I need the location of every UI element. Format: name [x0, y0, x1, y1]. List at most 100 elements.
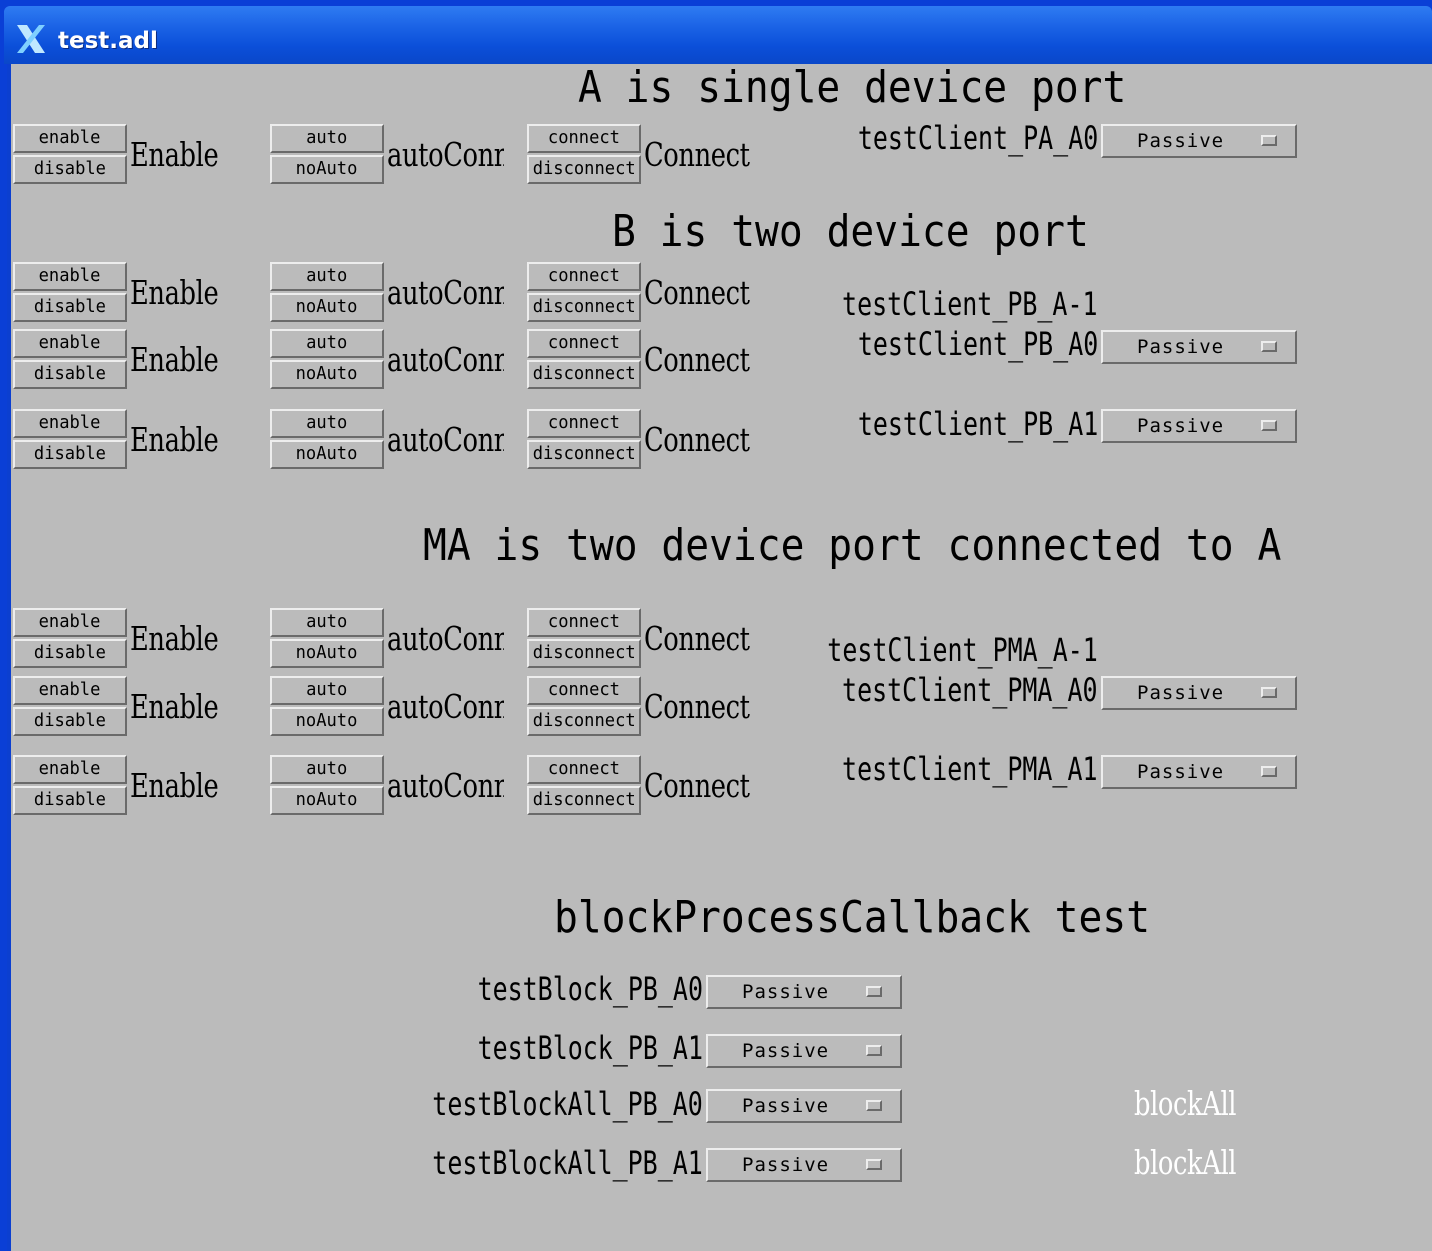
connect-button[interactable]: connect: [527, 608, 641, 637]
connect-status-label: Connect: [644, 766, 750, 805]
menu-value: Passive: [742, 1040, 830, 1062]
auto-button-label: auto: [306, 679, 348, 700]
disconnect-button-label: disconnect: [532, 296, 636, 317]
menu-value: Passive: [1137, 415, 1225, 437]
mode-menu-pa-a0[interactable]: Passive: [1101, 124, 1297, 158]
disable-button[interactable]: disable: [13, 360, 127, 389]
disconnect-button[interactable]: disconnect: [527, 639, 641, 668]
auto-button-label: auto: [306, 265, 348, 286]
disable-button-label: disable: [33, 296, 107, 317]
disable-button[interactable]: disable: [13, 440, 127, 469]
disable-button[interactable]: disable: [13, 155, 127, 184]
enable-button[interactable]: enable: [13, 124, 127, 153]
disable-button[interactable]: disable: [13, 639, 127, 668]
enable-button-label: enable: [39, 332, 101, 353]
disconnect-button-label: disconnect: [532, 443, 636, 464]
record-label-pma-am1: testClient_PMA_A-1: [827, 631, 1098, 669]
disable-button[interactable]: disable: [13, 293, 127, 322]
auto-button[interactable]: auto: [270, 755, 384, 784]
enable-button-label: enable: [39, 611, 101, 632]
menu-indicator-icon: [866, 1100, 882, 1111]
record-label-block-pb-a1: testBlock_PB_A1: [477, 1029, 703, 1067]
mode-menu-pb-a1[interactable]: Passive: [1101, 409, 1297, 443]
connect-button[interactable]: connect: [527, 755, 641, 784]
noauto-button[interactable]: noAuto: [270, 360, 384, 389]
connect-button-label: connect: [547, 679, 621, 700]
menu-value: Passive: [1137, 682, 1225, 704]
disable-button-label: disable: [33, 789, 107, 810]
disable-button-label: disable: [33, 158, 107, 179]
noauto-button[interactable]: noAuto: [270, 639, 384, 668]
disconnect-button-label: disconnect: [532, 642, 636, 663]
disable-button[interactable]: disable: [13, 786, 127, 815]
record-label-pb-a0: testClient_PB_A0: [857, 325, 1098, 363]
autoconn-status-label: autoConn: [387, 423, 504, 456]
connect-button[interactable]: connect: [527, 124, 641, 153]
record-label-blockall-pb-a0: testBlockAll_PB_A0: [432, 1085, 703, 1123]
noauto-button-label: noAuto: [296, 789, 358, 810]
menu-indicator-icon: [1261, 687, 1277, 698]
auto-button[interactable]: auto: [270, 409, 384, 438]
section-heading-ma: MA is two device port connected to A: [423, 520, 1282, 571]
menu-value: Passive: [1137, 761, 1225, 783]
noauto-button-label: noAuto: [296, 296, 358, 317]
disconnect-button-label: disconnect: [532, 789, 636, 810]
enable-button[interactable]: enable: [13, 329, 127, 358]
noauto-button[interactable]: noAuto: [270, 786, 384, 815]
enable-button[interactable]: enable: [13, 409, 127, 438]
connect-status-label: Connect: [644, 135, 750, 174]
autoconn-status-label: autoConn: [387, 138, 504, 171]
mode-menu-pma-a1[interactable]: Passive: [1101, 755, 1297, 789]
disconnect-button[interactable]: disconnect: [527, 155, 641, 184]
menu-indicator-icon: [1261, 341, 1277, 352]
mode-menu-block-pb-a1[interactable]: Passive: [706, 1034, 902, 1068]
noauto-button-label: noAuto: [296, 443, 358, 464]
disconnect-button-label: disconnect: [532, 710, 636, 731]
auto-button[interactable]: auto: [270, 676, 384, 705]
mode-menu-pma-a0[interactable]: Passive: [1101, 676, 1297, 710]
auto-button[interactable]: auto: [270, 124, 384, 153]
enable-button[interactable]: enable: [13, 755, 127, 784]
connect-button[interactable]: connect: [527, 262, 641, 291]
auto-button-label: auto: [306, 412, 348, 433]
auto-button[interactable]: auto: [270, 262, 384, 291]
disconnect-button[interactable]: disconnect: [527, 440, 641, 469]
connect-status-label: Connect: [644, 420, 750, 459]
menu-indicator-icon: [866, 1045, 882, 1056]
auto-button[interactable]: auto: [270, 329, 384, 358]
enable-status-label: Enable: [130, 420, 219, 459]
mode-menu-blockall-pb-a1[interactable]: Passive: [706, 1148, 902, 1182]
connect-button[interactable]: connect: [527, 676, 641, 705]
noauto-button[interactable]: noAuto: [270, 707, 384, 736]
enable-status-label: Enable: [130, 340, 219, 379]
connect-button[interactable]: connect: [527, 329, 641, 358]
connect-status-label: Connect: [644, 619, 750, 658]
noauto-button[interactable]: noAuto: [270, 440, 384, 469]
noauto-button[interactable]: noAuto: [270, 155, 384, 184]
disconnect-button-label: disconnect: [532, 363, 636, 384]
enable-button[interactable]: enable: [13, 262, 127, 291]
disconnect-button[interactable]: disconnect: [527, 360, 641, 389]
enable-button[interactable]: enable: [13, 608, 127, 637]
disable-button[interactable]: disable: [13, 707, 127, 736]
disconnect-button[interactable]: disconnect: [527, 293, 641, 322]
noauto-button-label: noAuto: [296, 710, 358, 731]
section-heading-block: blockProcessCallback test: [554, 892, 1151, 943]
mode-menu-block-pb-a0[interactable]: Passive: [706, 975, 902, 1009]
connect-status-label: Connect: [644, 340, 750, 379]
noauto-button[interactable]: noAuto: [270, 293, 384, 322]
disconnect-button[interactable]: disconnect: [527, 707, 641, 736]
mode-menu-blockall-pb-a0[interactable]: Passive: [706, 1089, 902, 1123]
enable-button-label: enable: [39, 758, 101, 779]
disconnect-button-label: disconnect: [532, 158, 636, 179]
menu-value: Passive: [1137, 336, 1225, 358]
autoconn-status-label: autoConn: [387, 622, 504, 655]
mode-menu-pb-a0[interactable]: Passive: [1101, 330, 1297, 364]
connect-button[interactable]: connect: [527, 409, 641, 438]
menu-value: Passive: [742, 1095, 830, 1117]
disconnect-button[interactable]: disconnect: [527, 786, 641, 815]
auto-button[interactable]: auto: [270, 608, 384, 637]
enable-button[interactable]: enable: [13, 676, 127, 705]
menu-indicator-icon: [1261, 766, 1277, 777]
auto-button-label: auto: [306, 758, 348, 779]
